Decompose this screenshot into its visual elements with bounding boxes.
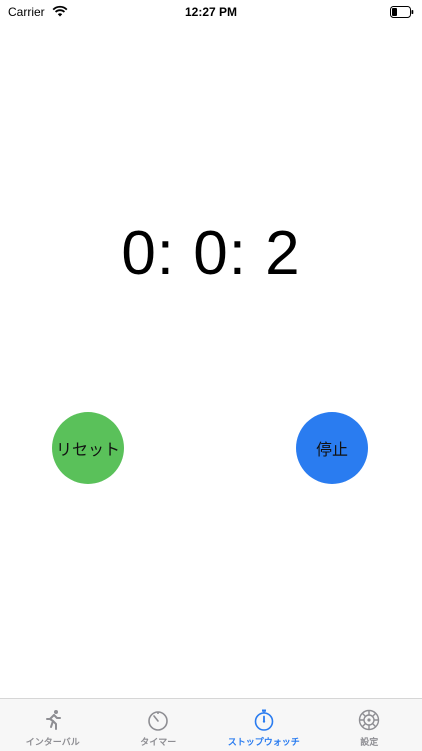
tab-settings[interactable]: 設定 [317, 699, 422, 751]
stopwatch-time-display: 0: 0: 2 [0, 216, 422, 292]
reset-button[interactable]: リセット [52, 412, 124, 484]
runner-icon [41, 708, 65, 732]
status-time: 12:27 PM [0, 5, 422, 19]
tab-timer[interactable]: タイマー [106, 699, 212, 751]
battery-icon [390, 6, 414, 18]
stop-button-label: 停止 [316, 436, 348, 460]
stopwatch-icon [252, 708, 276, 732]
tab-bar: インターバル タイマー ストップウォッチ 設定 [0, 698, 422, 751]
tab-label: 設定 [360, 735, 378, 748]
tab-interval[interactable]: インターバル [0, 699, 106, 751]
timer-icon [146, 708, 170, 732]
reset-button-label: リセット [56, 436, 120, 460]
tab-label: ストップウォッチ [228, 735, 300, 748]
tab-label: インターバル [26, 735, 80, 748]
tab-stopwatch[interactable]: ストップウォッチ [211, 699, 317, 751]
status-bar: Carrier 12:27 PM [0, 0, 422, 24]
gear-icon [357, 708, 381, 732]
tab-label: タイマー [140, 735, 176, 748]
stop-button[interactable]: 停止 [296, 412, 368, 484]
